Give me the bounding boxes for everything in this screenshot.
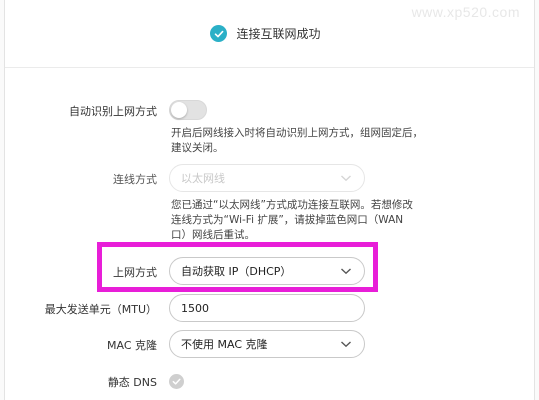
auto-detect-hint-line: 开启后网线接入时将自动识别上网方式，组网固定后， [171,127,423,139]
connection-type-hint-line: 口）网线后重试。 [171,229,255,241]
check-icon [172,378,181,385]
toggle-knob [171,102,187,118]
chevron-down-icon [341,341,351,348]
mac-clone-label: MAC 克隆 [107,339,157,352]
mtu-label: 最大发送单元（MTU） [44,303,157,316]
internet-mode-value: 自动获取 IP（DHCP） [181,265,292,278]
static-dns-checkbox[interactable] [169,374,184,389]
connection-type-select: 以太网线 [169,164,365,192]
connection-type-hint-line: 您已通过“以太网线”方式成功连接互联网。若想修改 [171,199,413,211]
connection-type-label: 连线方式 [113,173,157,186]
connection-status-text: 连接互联网成功 [236,27,321,41]
mtu-input[interactable]: 1500 [169,294,365,322]
mtu-value: 1500 [181,301,209,315]
settings-panel: www.xp520.com 连接互联网成功 自动识别上网方式 开启后网线接入时将… [4,0,535,400]
internet-mode-select[interactable]: 自动获取 IP（DHCP） [169,257,365,285]
static-dns-label: 静态 DNS [107,376,157,389]
connection-type-value: 以太网线 [181,172,225,185]
connection-status: 连接互联网成功 [210,25,321,42]
chevron-down-icon [341,268,351,275]
auto-detect-hint: 开启后网线接入时将自动识别上网方式，组网固定后， 建议关闭。 [171,126,423,156]
auto-detect-hint-line: 建议关闭。 [171,142,224,154]
connection-type-hint: 您已通过“以太网线”方式成功连接互联网。若想修改 连线方式为“Wi-Fi 扩展”… [171,198,413,243]
auto-detect-toggle[interactable] [169,100,207,120]
check-circle-icon [210,25,228,42]
connection-status-bar: 连接互联网成功 [5,0,534,68]
internet-mode-label: 上网方式 [113,266,157,279]
connection-type-hint-line: 连线方式为“Wi-Fi 扩展”，请拔掉蓝色网口（WAN [171,214,404,226]
page-background: www.xp520.com 连接互联网成功 自动识别上网方式 开启后网线接入时将… [0,0,539,400]
mac-clone-select[interactable]: 不使用 MAC 克隆 [169,330,365,358]
chevron-down-icon [341,175,351,182]
auto-detect-label: 自动识别上网方式 [69,105,157,118]
mac-clone-value: 不使用 MAC 克隆 [181,338,268,351]
